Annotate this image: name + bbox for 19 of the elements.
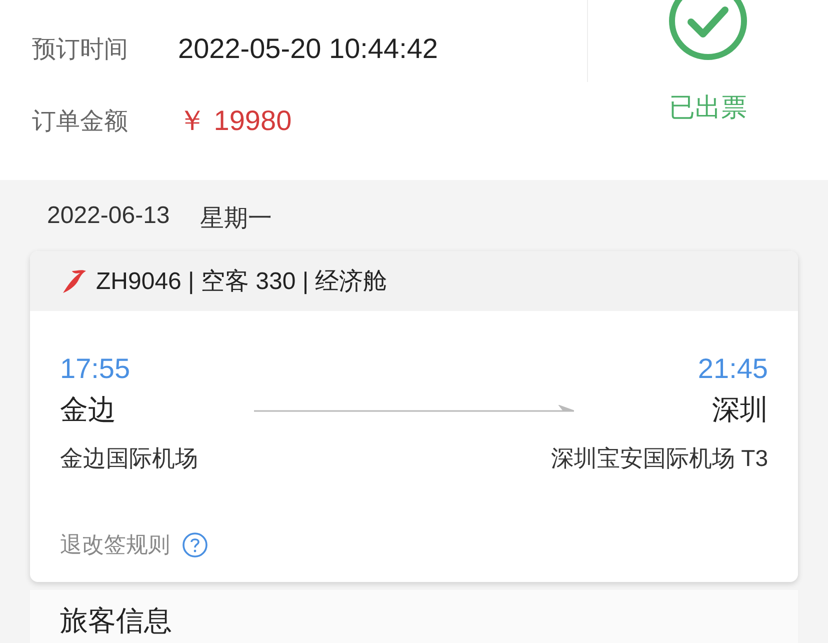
section-title: 旅客信息	[60, 605, 172, 636]
weekday: 星期一	[200, 204, 272, 232]
help-icon[interactable]	[182, 532, 208, 558]
flight-info: ZH9046 | 空客 330 | 经济舱	[96, 267, 388, 297]
airline-logo-icon	[60, 267, 88, 295]
departure-airport: 金边国际机场	[60, 444, 198, 473]
arrival-city: 深圳	[712, 393, 768, 427]
arrival-time: 21:45	[698, 353, 768, 385]
departure-time: 17:55	[60, 353, 130, 385]
ticket-status: 已出票	[669, 91, 747, 124]
departure-city: 金边	[60, 393, 116, 427]
flight-date: 2022-06-13	[47, 202, 170, 231]
arrow-icon	[254, 405, 574, 415]
field-label: 预订时间	[32, 35, 129, 65]
arrival-airport: 深圳宝安国际机场 T3	[550, 444, 768, 473]
order-amount: ￥ 19980	[178, 104, 292, 138]
field-label: 订单金额	[32, 107, 129, 137]
refund-rules-link[interactable]: 退改签规则	[60, 530, 170, 560]
field-value: 2022-05-20 10:44:42	[178, 33, 438, 65]
